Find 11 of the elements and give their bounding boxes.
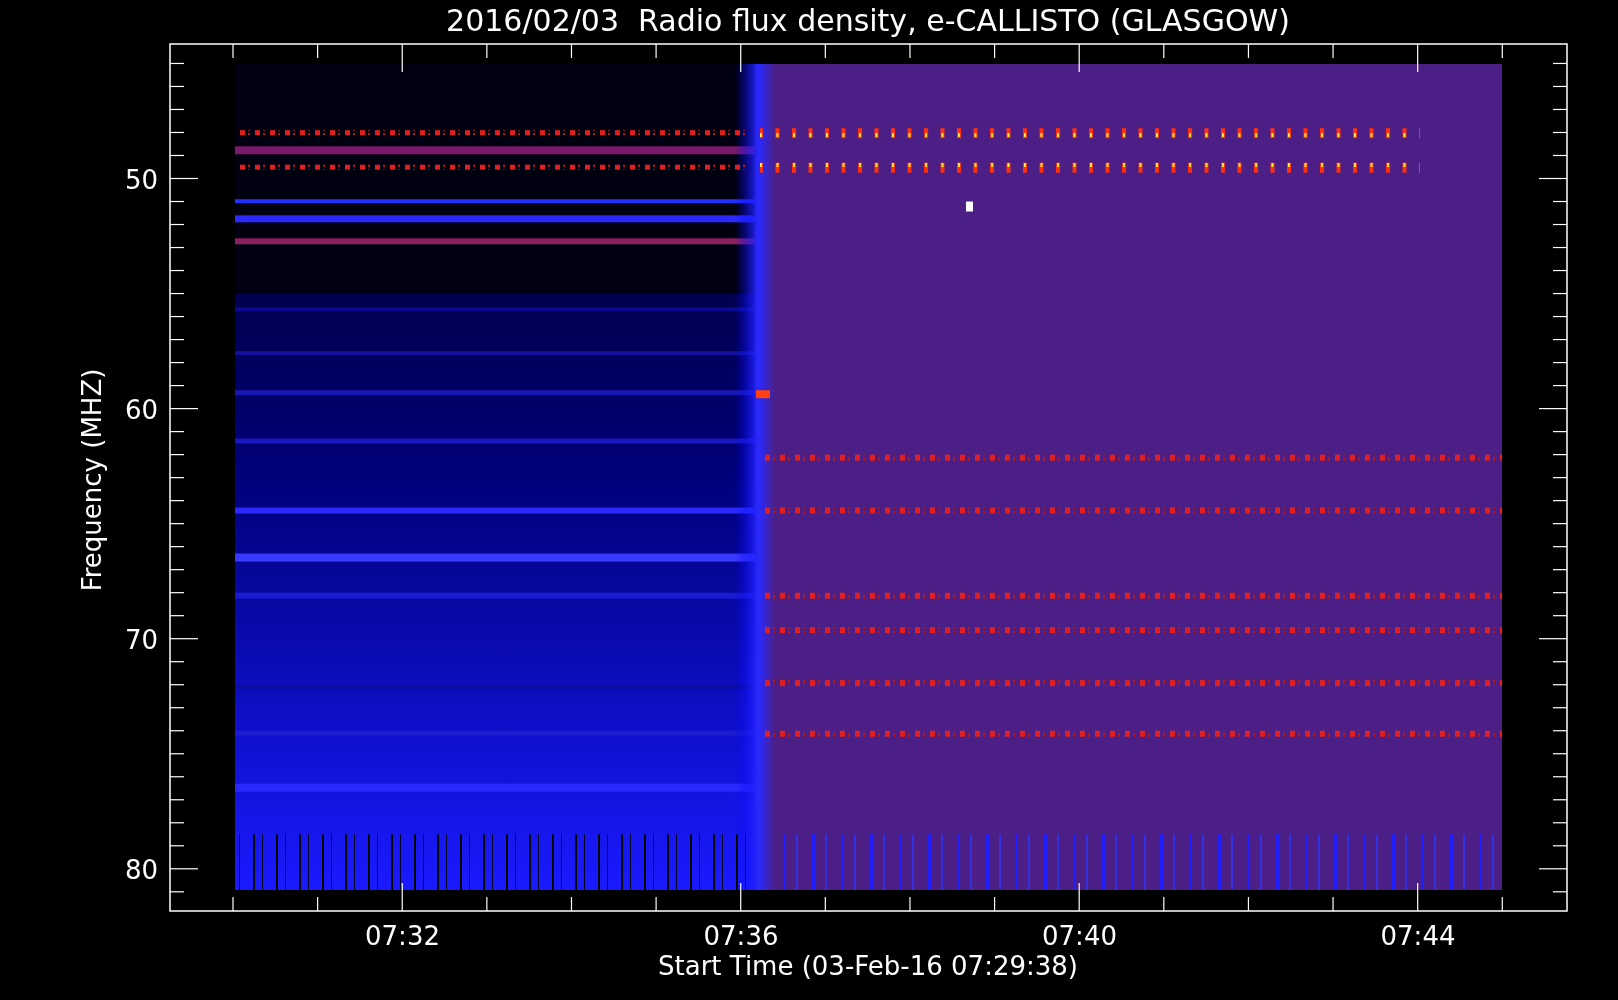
y-tick-label: 80 (124, 854, 158, 885)
y-tick-label: 60 (124, 394, 158, 425)
y-tick-label: 70 (124, 624, 158, 655)
x-tick-label: 07:32 (365, 921, 440, 951)
y-axis-label: Frequency (MHZ) (77, 368, 107, 592)
y-tick-label: 50 (124, 164, 158, 195)
x-tick-label: 07:44 (1380, 921, 1456, 951)
x-axis-label: Start Time (03-Feb-16 07:29:38) (658, 951, 1078, 981)
chart-title: 2016/02/03 Radio flux density, e-CALLISTO (GLASGOW) (446, 3, 1290, 38)
x-tick-label: 07:36 (703, 921, 779, 951)
x-tick-label: 07:40 (1042, 921, 1117, 951)
